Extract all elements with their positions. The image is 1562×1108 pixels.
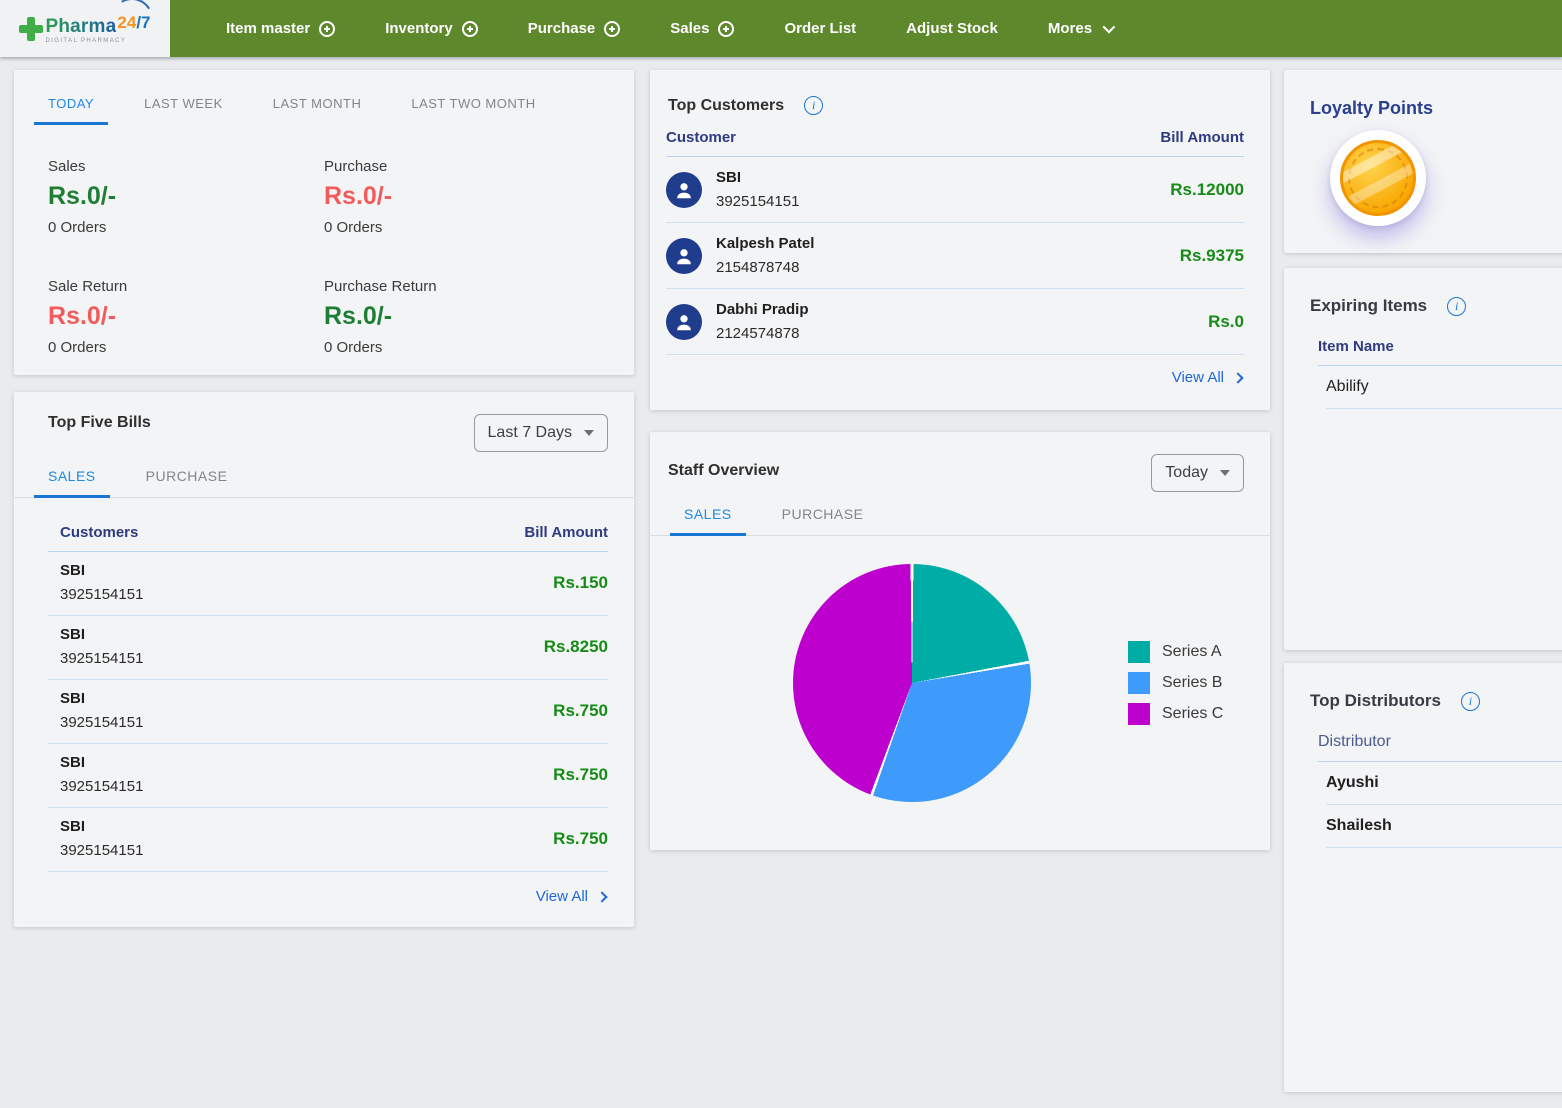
legend-item-series-c: Series C xyxy=(1128,703,1223,725)
tab-last-week[interactable]: LAST WEEK xyxy=(130,96,237,124)
bills-tab-sales[interactable]: SALES xyxy=(34,468,110,497)
legend-item-series-b: Series B xyxy=(1128,672,1223,694)
plus-circle-icon xyxy=(604,21,620,37)
bill-row: SBI3925154151 Rs.750 xyxy=(48,680,608,744)
expiring-items-column-header: Item Name xyxy=(1318,338,1562,366)
sales-summary-card: TODAY LAST WEEK LAST MONTH LAST TWO MONT… xyxy=(14,70,634,375)
metric-sales-value: Rs.0/- xyxy=(48,182,324,211)
staff-chart-area: Series A Series B Series C xyxy=(650,536,1270,836)
plus-circle-icon xyxy=(319,21,335,37)
loyalty-coin-icon[interactable] xyxy=(1330,130,1426,226)
chevron-right-icon xyxy=(1232,372,1243,383)
tab-last-month[interactable]: LAST MONTH xyxy=(259,96,376,124)
customer-row: Dabhi Pradip2124574878 Rs.0 xyxy=(666,289,1244,355)
metric-sale-return: Sale Return Rs.0/- 0 Orders xyxy=(48,278,324,356)
chevron-right-icon xyxy=(596,891,607,902)
staff-pie-chart xyxy=(793,564,1031,802)
logo-brand-text: Pharma xyxy=(45,17,116,36)
legend-swatch-series-c xyxy=(1128,703,1150,725)
dashboard-screen: Pharma 24/7 DIGITAL PHARMACY Item master… xyxy=(0,0,1562,1108)
metric-purchase: Purchase Rs.0/- 0 Orders xyxy=(324,158,600,236)
top-customers-card: Top Customers i Customer Bill Amount SBI… xyxy=(650,70,1270,410)
metric-purchase-value: Rs.0/- xyxy=(324,182,600,211)
metric-sales: Sales Rs.0/- 0 Orders xyxy=(48,158,324,236)
info-icon[interactable]: i xyxy=(1461,692,1480,711)
bill-row: SBI3925154151 Rs.750 xyxy=(48,744,608,808)
distributor-row: Shailesh xyxy=(1326,805,1562,848)
logo-7-text: /7 xyxy=(136,13,150,32)
legend-swatch-series-b xyxy=(1128,672,1150,694)
distributor-row: Ayushi xyxy=(1326,762,1562,805)
nav-item-adjust-stock[interactable]: Adjust Stock xyxy=(906,20,998,37)
plus-circle-icon xyxy=(462,21,478,37)
tab-today[interactable]: TODAY xyxy=(34,96,108,124)
customer-row: Kalpesh Patel2154878748 Rs.9375 xyxy=(666,223,1244,289)
customers-table-header: Customer Bill Amount xyxy=(666,115,1244,157)
user-avatar-icon xyxy=(666,172,702,208)
expiring-item-row: Abilify xyxy=(1326,366,1562,409)
plus-circle-icon xyxy=(718,21,734,37)
nav-item-order-list[interactable]: Order List xyxy=(784,20,856,37)
nav-item-mores[interactable]: Mores xyxy=(1048,20,1112,37)
bill-row: SBI3925154151 Rs.750 xyxy=(48,808,608,872)
expiring-items-card: Expiring Items i Item Name Abilify xyxy=(1284,268,1562,650)
info-icon[interactable]: i xyxy=(804,96,823,115)
top-five-bills-title: Top Five Bills xyxy=(48,414,151,432)
pie-legend: Series A Series B Series C xyxy=(1128,641,1223,725)
staff-range-dropdown[interactable]: Today xyxy=(1151,454,1244,492)
logo-tagline: DIGITAL PHARMACY xyxy=(45,38,150,44)
caret-down-icon xyxy=(1220,470,1230,476)
nav-menu: Item master Inventory Purchase Sales Ord… xyxy=(170,0,1112,57)
logo-24-text: 24 xyxy=(117,13,136,32)
bills-tab-purchase[interactable]: PURCHASE xyxy=(132,468,242,497)
metric-purchase-return: Purchase Return Rs.0/- 0 Orders xyxy=(324,278,600,356)
top-distributors-card: Top Distributors i Distributor Ayushi Sh… xyxy=(1284,663,1562,1092)
distributors-column-header: Distributor xyxy=(1318,733,1562,762)
expiring-items-title: Expiring Items xyxy=(1310,296,1427,316)
nav-item-inventory[interactable]: Inventory xyxy=(385,20,478,37)
legend-item-series-a: Series A xyxy=(1128,641,1223,663)
bills-range-dropdown[interactable]: Last 7 Days xyxy=(474,414,608,452)
top-customers-title: Top Customers xyxy=(668,97,784,115)
bill-row: SBI3925154151 Rs.150 xyxy=(48,552,608,616)
staff-overview-card: Staff Overview Today SALES PURCHASE Seri… xyxy=(650,432,1270,850)
customer-row: SBI3925154151 Rs.12000 xyxy=(666,157,1244,223)
customers-view-all-link[interactable]: View All xyxy=(1172,369,1242,386)
chevron-down-icon xyxy=(1103,21,1116,34)
staff-overview-title: Staff Overview xyxy=(668,454,779,480)
loyalty-points-title: Loyalty Points xyxy=(1284,70,1562,119)
legend-swatch-series-a xyxy=(1128,641,1150,663)
top-distributors-title: Top Distributors xyxy=(1310,691,1441,711)
metric-sale-return-value: Rs.0/- xyxy=(48,302,324,331)
user-avatar-icon xyxy=(666,238,702,274)
summary-period-tabs: TODAY LAST WEEK LAST MONTH LAST TWO MONT… xyxy=(14,70,634,124)
brand-logo[interactable]: Pharma 24/7 DIGITAL PHARMACY xyxy=(0,0,170,57)
loyalty-points-card: Loyalty Points xyxy=(1284,70,1562,253)
metric-purchase-return-value: Rs.0/- xyxy=(324,302,600,331)
nav-item-purchase[interactable]: Purchase xyxy=(528,20,621,37)
staff-tab-purchase[interactable]: PURCHASE xyxy=(768,506,878,535)
pharmacy-cross-icon xyxy=(19,17,43,41)
bills-tabs: SALES PURCHASE xyxy=(14,452,634,498)
info-icon[interactable]: i xyxy=(1447,297,1466,316)
tab-last-two-month[interactable]: LAST TWO MONTH xyxy=(397,96,549,124)
caret-down-icon xyxy=(584,430,594,436)
staff-tabs: SALES PURCHASE xyxy=(650,492,1270,536)
user-avatar-icon xyxy=(666,304,702,340)
bills-view-all-link[interactable]: View All xyxy=(536,888,606,905)
top-five-bills-card: Top Five Bills Last 7 Days SALES PURCHAS… xyxy=(14,392,634,927)
nav-item-item-master[interactable]: Item master xyxy=(226,20,335,37)
top-navbar: Pharma 24/7 DIGITAL PHARMACY Item master… xyxy=(0,0,1562,57)
staff-tab-sales[interactable]: SALES xyxy=(670,506,746,535)
nav-item-sales[interactable]: Sales xyxy=(670,20,734,37)
bill-row: SBI3925154151 Rs.8250 xyxy=(48,616,608,680)
bills-table-header: Customers Bill Amount xyxy=(48,498,608,552)
